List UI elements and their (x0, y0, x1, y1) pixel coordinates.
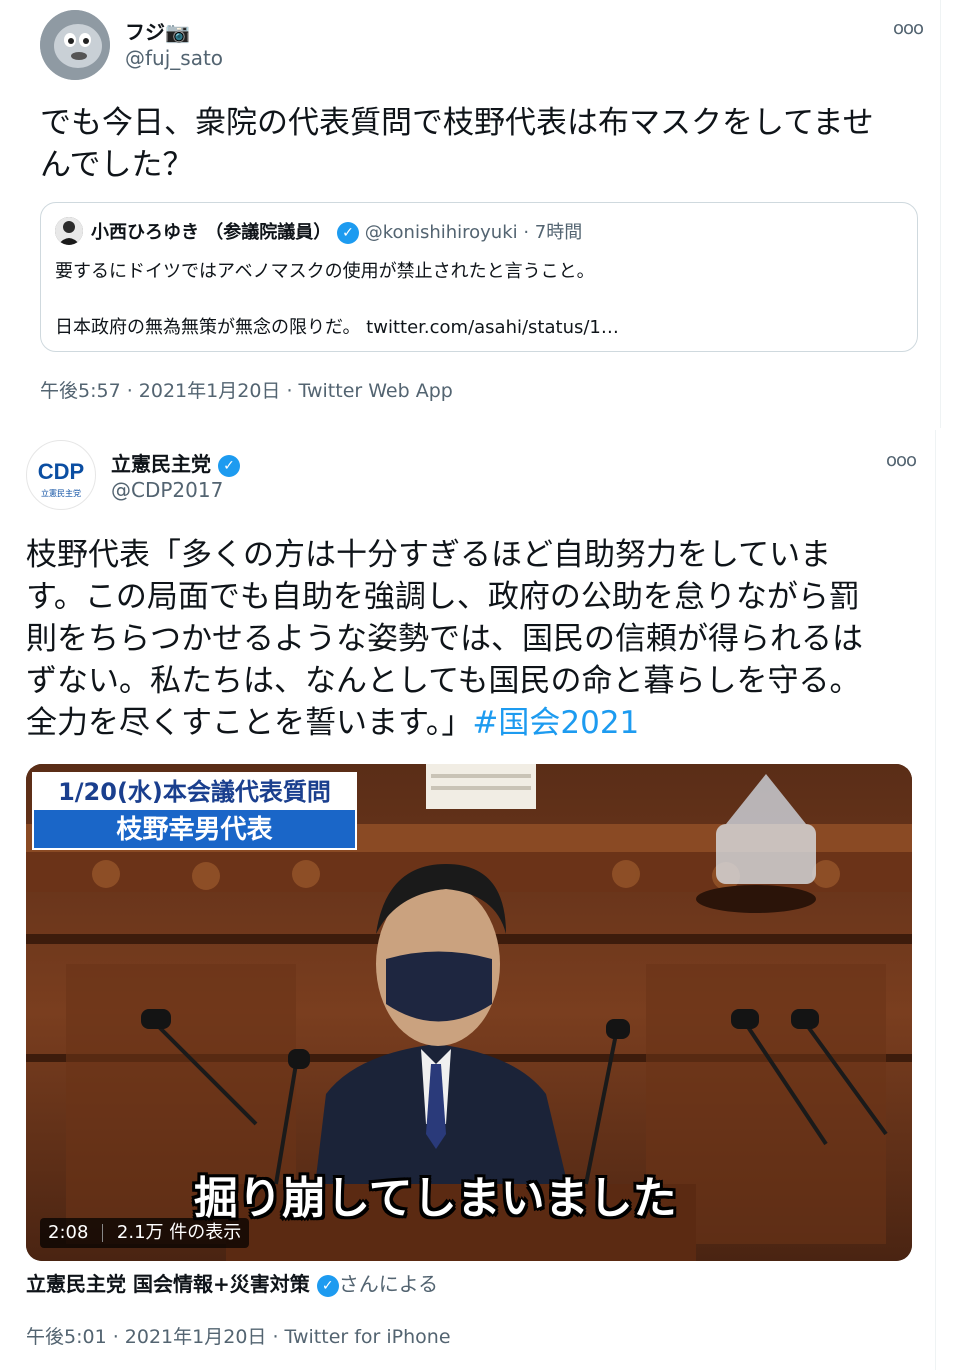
verified-badge-icon: ✓ (337, 222, 359, 244)
tweet-timestamp[interactable]: 午後5:01 · 2021年1月20日 · Twitter for iPhone (26, 1322, 451, 1349)
quote-text-line: 要するにドイツではアベノマスクの使用が禁止されたと言うこと。 (55, 261, 595, 282)
video-duration-badge: 2:08 2.1万 件の表示 (40, 1218, 250, 1248)
quote-handle-time: @konishihiroyuki · 7時間 (364, 222, 583, 243)
quote-avatar (55, 217, 83, 245)
logo-subtext: 立憲民主党 (41, 488, 81, 498)
tweet-text-line: でも今日、衆院の代表質問で枝野代表は布マスクをしてませ (40, 105, 874, 141)
logo-text: CDP (38, 459, 84, 484)
verified-badge-icon: ✓ (217, 454, 240, 477)
video-views: 2.1万 件の表示 (116, 1222, 242, 1243)
attribution-name: 立憲民主党 国会情報+災害対策 (26, 1272, 310, 1296)
tweet-text-fragment: 全力を尽くすことを誓います。」 (26, 705, 473, 741)
display-name-text: 立憲民主党 (111, 452, 211, 476)
video-title-banner: 1/20(水)本会議代表質問 枝野幸男代表 (32, 772, 357, 850)
tweet-text-line: 枝野代表「多くの方は十分すぎるほど自助努力をしていま (26, 537, 832, 573)
tweet-timestamp[interactable]: 午後5:57 · 2021年1月20日 · Twitter Web App (40, 376, 453, 403)
avatar[interactable] (40, 10, 110, 80)
tweet-card-1: フジ📷 @fuj_sato ooo でも今日、衆院の代表質問で枝野代表は布マスク… (0, 0, 941, 428)
video-attribution[interactable]: 立憲民主党 国会情報+災害対策 ✓ さんによる (26, 1268, 438, 1297)
attribution-suffix: さんによる (338, 1272, 439, 1296)
video-subtitle: 掘り崩してしまいました (194, 1173, 677, 1224)
more-options-icon[interactable]: ooo (886, 450, 917, 471)
display-name[interactable]: フジ📷 (125, 16, 190, 45)
video-title-line1: 1/20(水)本会議代表質問 (34, 774, 355, 810)
user-handle[interactable]: @fuj_sato (125, 46, 223, 70)
user-handle[interactable]: @CDP2017 (111, 478, 223, 502)
tweet-text-line: 全力を尽くすことを誓います。」#国会2021 (26, 702, 863, 744)
video-player[interactable]: 1/20(水)本会議代表質問 枝野幸男代表 掘り崩してしまいました 2:08 2… (26, 764, 912, 1261)
person-icon (55, 217, 83, 245)
tweet-text: 枝野代表「多くの方は十分すぎるほど自助努力をしていま す。この局面でも自助を強調… (26, 534, 863, 744)
quote-tweet[interactable]: 小西ひろゆき （参議院議員） ✓ @konishihiroyuki · 7時間 … (40, 202, 918, 352)
display-name[interactable]: 立憲民主党 ✓ (111, 448, 240, 477)
tweet-text-line: んでした？ (40, 147, 194, 183)
hashtag-link[interactable]: #国会2021 (472, 705, 639, 741)
quote-text-line: 日本政府の無為無策が無念の限りだ。 twitter.com/asahi/stat… (55, 317, 619, 338)
quote-author: 小西ひろゆき （参議院議員） ✓ @konishihiroyuki · 7時間 (91, 218, 582, 244)
avatar[interactable]: CDP 立憲民主党 (26, 440, 96, 510)
tweet-text: でも今日、衆院の代表質問で枝野代表は布マスクをしてませ んでした？ (40, 102, 874, 186)
avatar-image (40, 10, 110, 80)
video-duration: 2:08 (48, 1222, 89, 1243)
tweet-text-line: ずない。私たちは、なんとしても国民の命と暮らしを守る。 (26, 663, 861, 699)
cdp-logo-icon: CDP 立憲民主党 (38, 459, 84, 498)
tweet-text-line: 則をちらつかせるような姿勢では、国民の信頼が得られるは (26, 621, 863, 657)
more-options-icon[interactable]: ooo (893, 18, 924, 39)
tweet-text-line: す。この局面でも自助を強調し、政府の公助を怠りながら罰 (26, 579, 860, 615)
video-title-line2: 枝野幸男代表 (116, 815, 273, 845)
quote-name: 小西ひろゆき （参議院議員） (91, 222, 332, 243)
verified-badge-icon: ✓ (316, 1274, 339, 1297)
